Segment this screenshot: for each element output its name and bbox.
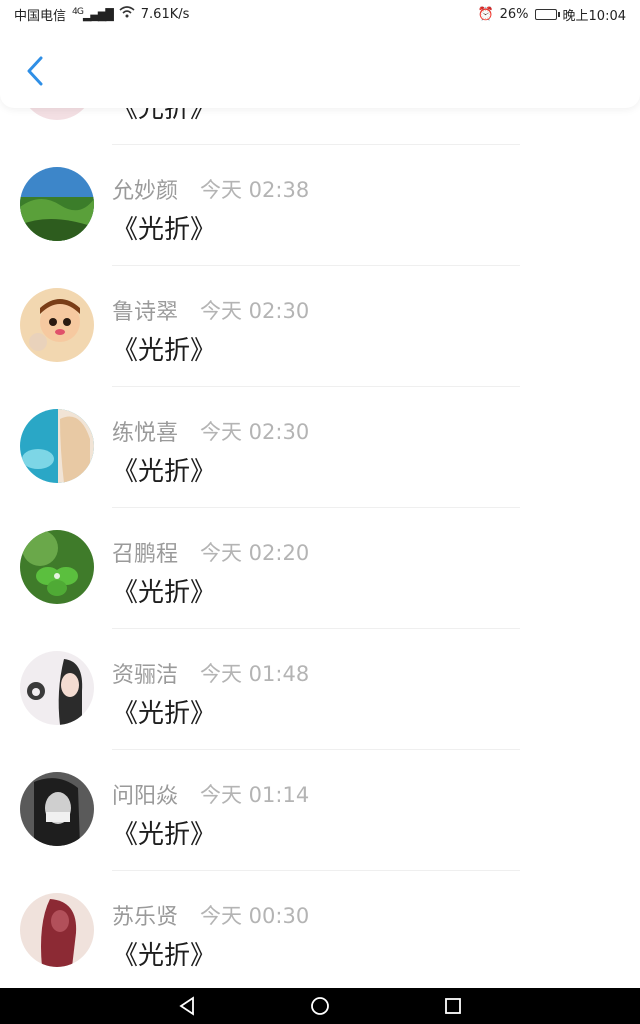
comment-list: 《光折》 允妙颜 今天 02:38 《光折》 鲁诗翠 今天 02:30 《光折》… bbox=[0, 24, 640, 992]
comment-time: 今天 01:14 bbox=[200, 783, 310, 807]
comment-text: 《光折》 bbox=[112, 336, 217, 366]
comment-author[interactable]: 资骊洁 bbox=[112, 657, 178, 689]
avatar[interactable] bbox=[20, 651, 94, 725]
comment-time: 今天 01:48 bbox=[200, 662, 310, 686]
avatar[interactable] bbox=[20, 893, 94, 967]
wifi-icon bbox=[119, 6, 135, 22]
battery-percent: 26% bbox=[499, 6, 529, 22]
battery-icon bbox=[534, 8, 560, 20]
square-recents-icon[interactable] bbox=[444, 997, 462, 1015]
comment-text: 《光折》 bbox=[112, 578, 217, 608]
comment-time: 今天 02:38 bbox=[200, 178, 310, 202]
clock: 晚上10:04 bbox=[562, 8, 626, 24]
comment-author[interactable]: 鲁诗翠 bbox=[112, 294, 178, 326]
status-left: 中国电信 4G▂▄▆█ 7.61K/s bbox=[14, 5, 190, 24]
comment-text: 《光折》 bbox=[112, 699, 217, 729]
list-item[interactable]: 苏乐贤 今天 00:30 《光折》 bbox=[0, 871, 640, 992]
list-item[interactable]: 召鹏程 今天 02:20 《光折》 bbox=[0, 508, 640, 629]
avatar[interactable] bbox=[20, 409, 94, 483]
comment-author[interactable]: 问阳焱 bbox=[112, 778, 178, 810]
comment-text: 《光折》 bbox=[112, 457, 217, 487]
comment-time: 今天 02:30 bbox=[200, 420, 310, 444]
circle-home-icon[interactable] bbox=[310, 996, 330, 1016]
list-item[interactable]: 鲁诗翠 今天 02:30 《光折》 bbox=[0, 266, 640, 387]
nav-home-button[interactable] bbox=[306, 992, 334, 1020]
comment-text: 《光折》 bbox=[112, 215, 217, 245]
net-speed: 7.61K/s bbox=[140, 6, 190, 22]
list-item[interactable]: 资骊洁 今天 01:48 《光折》 bbox=[0, 629, 640, 750]
list-item[interactable]: 练悦喜 今天 02:30 《光折》 bbox=[0, 387, 640, 508]
signal-icon: 4G▂▄▆█ bbox=[72, 6, 114, 22]
top-app-bar bbox=[0, 28, 640, 108]
status-right: ⏰ 26% 晚上10:04 bbox=[477, 5, 626, 24]
comment-text: 《光折》 bbox=[112, 820, 217, 850]
comment-time: 今天 02:20 bbox=[200, 541, 310, 565]
status-bar: 中国电信 4G▂▄▆█ 7.61K/s ⏰ 26% 晚上10:04 bbox=[0, 0, 640, 28]
carrier-label: 中国电信 bbox=[14, 8, 67, 24]
comment-author[interactable]: 苏乐贤 bbox=[112, 899, 178, 931]
avatar[interactable] bbox=[20, 772, 94, 846]
comment-time: 今天 00:30 bbox=[200, 904, 310, 928]
avatar[interactable] bbox=[20, 167, 94, 241]
list-item[interactable]: 问阳焱 今天 01:14 《光折》 bbox=[0, 750, 640, 871]
avatar[interactable] bbox=[20, 288, 94, 362]
comment-time: 今天 02:30 bbox=[200, 299, 310, 323]
list-item[interactable]: 允妙颜 今天 02:38 《光折》 bbox=[0, 145, 640, 266]
nav-back-button[interactable] bbox=[173, 992, 201, 1020]
comment-author[interactable]: 召鹏程 bbox=[112, 536, 178, 568]
comment-author[interactable]: 允妙颜 bbox=[112, 173, 178, 205]
comment-text: 《光折》 bbox=[112, 941, 217, 971]
comment-author[interactable]: 练悦喜 bbox=[112, 415, 178, 447]
chevron-left-icon[interactable] bbox=[25, 56, 45, 86]
alarm-icon: ⏰ bbox=[477, 6, 494, 22]
triangle-back-icon[interactable] bbox=[178, 996, 196, 1016]
back-button[interactable] bbox=[18, 54, 52, 88]
system-nav-bar bbox=[0, 988, 640, 1024]
nav-recents-button[interactable] bbox=[439, 992, 467, 1020]
avatar[interactable] bbox=[20, 530, 94, 604]
